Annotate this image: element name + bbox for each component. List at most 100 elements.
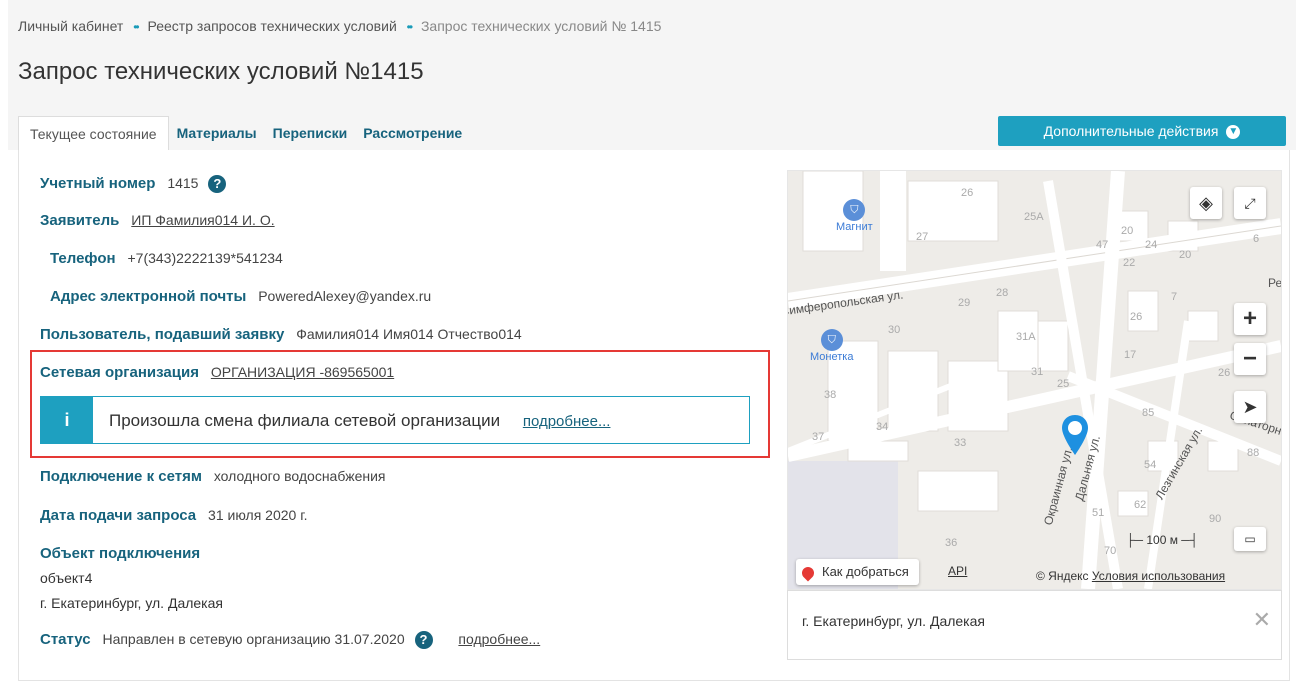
terms-link[interactable]: Условия использования <box>1092 569 1225 583</box>
applicant-label: Заявитель <box>40 212 120 229</box>
address-text: г. Екатеринбург, ул. Далекая <box>802 613 985 629</box>
request-date-label: Дата подачи запроса <box>40 507 197 524</box>
status-label: Статус <box>40 631 91 648</box>
object-address: г. Екатеринбург, ул. Далекая <box>40 595 223 611</box>
house-number: 34 <box>876 421 889 433</box>
zoom-in-icon[interactable]: + <box>1234 303 1266 335</box>
tab-current-state[interactable]: Текущее состояние <box>18 116 169 150</box>
house-number: 31А <box>1016 331 1036 343</box>
house-number: 22 <box>1123 257 1136 269</box>
additional-actions-button[interactable]: Дополнительные действия ▼ <box>998 116 1286 146</box>
page-title: Запрос технических условий №1415 <box>18 58 424 85</box>
email-value: PoweredAlexey@yandex.ru <box>258 288 432 304</box>
account-number-label: Учетный номер <box>40 175 156 192</box>
info-icon: i <box>41 397 93 443</box>
email-row: Адрес электронной почты PoweredAlexey@ya… <box>50 288 431 305</box>
route-pin-icon <box>799 564 817 582</box>
email-label: Адрес электронной почты <box>50 288 247 305</box>
info-text: Произошла смена филиала сетевой организа… <box>109 411 501 430</box>
poi-monetka[interactable]: ⛉ Монетка <box>810 329 853 363</box>
request-date-value: 31 июля 2020 г. <box>208 507 308 523</box>
submitter-label: Пользователь, подавший заявку <box>40 326 285 343</box>
network-org-row: Сетевая организация ОРГАНИЗАЦИЯ -8695650… <box>40 364 394 381</box>
map[interactable]: ⛉ Магнит ⛉ Монетка Симферопольская ул. Р… <box>787 170 1282 590</box>
route-button-label: Как добраться <box>822 564 909 579</box>
poi-label: Магнит <box>836 221 873 233</box>
help-icon[interactable]: ? <box>414 631 433 650</box>
account-number-value: 1415 <box>167 175 199 191</box>
street-label: Режи <box>1268 276 1282 290</box>
tab-correspondence[interactable]: Переписки <box>265 116 356 150</box>
house-number: 33 <box>954 437 967 449</box>
api-link[interactable]: API <box>948 564 967 578</box>
house-number: 90 <box>1209 513 1222 525</box>
house-number: 88 <box>1247 447 1260 459</box>
phone-label: Телефон <box>50 250 116 267</box>
zoom-out-icon[interactable]: − <box>1234 343 1266 375</box>
object-name: объект4 <box>40 570 93 586</box>
map-scale: ├─ 100 м ─┤ <box>1126 533 1199 547</box>
map-copyright: © Яндекс Условия использования <box>1036 569 1225 583</box>
breadcrumb-item-cabinet[interactable]: Личный кабинет <box>18 18 123 34</box>
close-icon[interactable]: ✕ <box>1253 607 1271 633</box>
house-number: 70 <box>1104 545 1117 557</box>
map-background <box>788 171 1281 589</box>
house-number: 25 <box>1057 378 1070 390</box>
house-number: 26 <box>961 187 974 199</box>
house-number: 17 <box>1124 349 1137 361</box>
submitter-row: Пользователь, подавший заявку Фамилия014… <box>40 326 522 343</box>
help-icon[interactable]: ? <box>208 175 227 194</box>
network-org-link[interactable]: ОРГАНИЗАЦИЯ -869565001 <box>211 364 394 380</box>
submitter-value: Фамилия014 Имя014 Отчество014 <box>296 326 522 342</box>
location-pin-icon[interactable] <box>1060 413 1090 457</box>
tab-review[interactable]: Рассмотрение <box>355 116 470 150</box>
additional-actions-label: Дополнительные действия <box>1043 123 1219 139</box>
status-value: Направлен в сетевую организацию 31.07.20… <box>102 631 405 647</box>
house-number: 85 <box>1142 407 1155 419</box>
shop-icon: ⛉ <box>843 199 866 221</box>
account-number-row: Учетный номер 1415 ? <box>40 175 227 194</box>
house-number: 25А <box>1024 211 1044 223</box>
request-date-row: Дата подачи запроса 31 июля 2020 г. <box>40 507 307 524</box>
shop-icon: ⛉ <box>820 329 843 351</box>
house-number: 6 <box>1253 233 1260 245</box>
ruler-icon[interactable]: ▭ <box>1234 527 1266 551</box>
house-number: 20 <box>1179 249 1192 261</box>
phone-row: Телефон +7(343)2222139*541234 <box>50 250 283 267</box>
breadcrumb-separator: •• <box>133 20 140 34</box>
house-number: 24 <box>1145 239 1158 251</box>
info-more-link[interactable]: подробнее... <box>523 413 611 430</box>
connection-value: холодного водоснабжения <box>213 468 386 484</box>
copyright-text: © Яндекс <box>1036 569 1089 583</box>
phone-value: +7(343)2222139*541234 <box>127 250 283 266</box>
fullscreen-icon[interactable]: ⤢ <box>1234 187 1266 219</box>
route-button[interactable]: Как добраться <box>796 559 919 585</box>
house-number: 29 <box>958 297 971 309</box>
applicant-row: Заявитель ИП Фамилия014 И. О. <box>40 212 275 229</box>
house-number: 26 <box>1130 311 1143 323</box>
object-label: Объект подключения <box>40 545 201 562</box>
breadcrumb: Личный кабинет •• Реестр запросов технич… <box>18 18 661 34</box>
house-number: 26 <box>1218 367 1231 379</box>
object-row: Объект подключения <box>40 545 208 562</box>
address-panel: г. Екатеринбург, ул. Далекая ✕ <box>787 590 1282 660</box>
info-alert: i Произошла смена филиала сетевой органи… <box>40 396 750 444</box>
breadcrumb-item-registry[interactable]: Реестр запросов технических условий <box>148 18 397 34</box>
house-number: 51 <box>1092 507 1105 519</box>
applicant-link[interactable]: ИП Фамилия014 И. О. <box>131 212 274 228</box>
network-org-label: Сетевая организация <box>40 364 199 381</box>
layers-icon[interactable]: ◈ <box>1190 187 1222 219</box>
status-more-link[interactable]: подробнее... <box>458 631 540 647</box>
tab-materials[interactable]: Материалы <box>169 116 265 150</box>
geolocation-icon[interactable]: ➤ <box>1234 391 1266 423</box>
house-number: 7 <box>1171 291 1178 303</box>
house-number: 47 <box>1096 239 1109 251</box>
poi-magnit[interactable]: ⛉ Магнит <box>836 199 873 233</box>
connection-row: Подключение к сетям холодного водоснабже… <box>40 468 386 485</box>
house-number: 54 <box>1144 459 1157 471</box>
house-number: 20 <box>1121 225 1134 237</box>
house-number: 30 <box>888 324 901 336</box>
breadcrumb-separator: •• <box>406 20 414 34</box>
status-row: Статус Направлен в сетевую организацию 3… <box>40 631 540 650</box>
poi-label: Монетка <box>810 351 854 363</box>
